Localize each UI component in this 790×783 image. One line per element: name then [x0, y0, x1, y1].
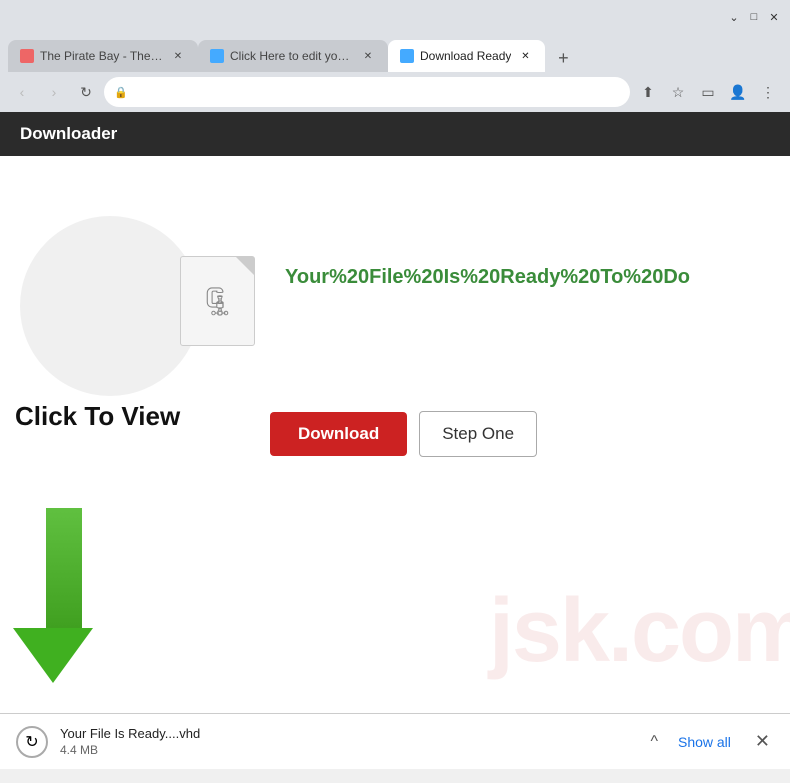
window-controls: ⌄ □ ✕	[726, 9, 782, 25]
download-filename: Your File Is Ready....vhd	[60, 726, 638, 741]
download-button[interactable]: Download	[270, 412, 407, 456]
reader-view-button[interactable]: ▭	[694, 78, 722, 106]
close-button[interactable]: ✕	[766, 9, 782, 25]
minimize-button[interactable]: ⌄	[726, 9, 742, 25]
page-content: Downloader jsk.com 🗜 Your%20File%20Is%20…	[0, 112, 790, 713]
arrow-down-decoration	[35, 508, 93, 683]
download-bar-close-button[interactable]: ✕	[751, 727, 774, 756]
browser-chrome: ⌄ □ ✕ The Pirate Bay - The ga ✕ Click He…	[0, 0, 790, 112]
file-icon-container: 🗜	[180, 256, 255, 346]
arrow-shaft	[46, 508, 82, 628]
tab-favicon-1	[20, 49, 34, 63]
tab-favicon-3	[400, 49, 414, 63]
toolbar-right: ⬆ ☆ ▭ 👤 ⋮	[634, 78, 782, 106]
download-spinner-icon: ↻	[16, 726, 48, 758]
circle-bg-decoration	[20, 216, 200, 396]
download-bar: ↻ Your File Is Ready....vhd 4.4 MB ^ Sho…	[0, 713, 790, 769]
title-bar: ⌄ □ ✕	[0, 0, 790, 34]
buttons-area: Download Step One	[270, 411, 537, 457]
tab-label-3: Download Ready	[420, 49, 511, 63]
new-tab-button[interactable]: +	[549, 44, 577, 72]
download-chevron-button[interactable]: ^	[650, 733, 658, 751]
bookmark-button[interactable]: ☆	[664, 78, 692, 106]
refresh-button[interactable]: ↻	[72, 78, 100, 106]
profile-button[interactable]: 👤	[724, 78, 752, 106]
share-button[interactable]: ⬆	[634, 78, 662, 106]
forward-button[interactable]: ›	[40, 78, 68, 106]
ready-text: Your%20File%20Is%20Ready%20To%20Do	[285, 266, 690, 289]
main-area: jsk.com 🗜 Your%20File%20Is%20Ready%20To%…	[0, 156, 790, 713]
spinner-symbol: ↻	[25, 732, 38, 752]
lock-icon: 🔒	[114, 86, 128, 99]
arrow-head	[13, 628, 93, 683]
download-size: 4.4 MB	[60, 743, 638, 757]
tab-favicon-2	[210, 49, 224, 63]
show-all-button[interactable]: Show all	[670, 730, 739, 754]
file-icon-symbol: 🗜	[200, 285, 236, 318]
address-bar-row: ‹ › ↻ 🔒 ⬆ ☆ ▭ 👤 ⋮	[0, 72, 790, 112]
tab-download-ready[interactable]: Download Ready ✕	[388, 40, 545, 72]
tab-label-2: Click Here to edit your t	[230, 49, 354, 63]
file-icon: 🗜	[180, 256, 255, 346]
back-button[interactable]: ‹	[8, 78, 36, 106]
tab-close-1[interactable]: ✕	[170, 48, 186, 64]
tabs-bar: The Pirate Bay - The ga ✕ Click Here to …	[0, 34, 790, 72]
address-bar[interactable]: 🔒	[104, 77, 630, 107]
downloader-title: Downloader	[20, 124, 117, 144]
download-bar-info: Your File Is Ready....vhd 4.4 MB	[60, 726, 638, 757]
tab-close-2[interactable]: ✕	[360, 48, 376, 64]
click-to-view-label: Click To View	[15, 401, 180, 432]
downloader-header: Downloader	[0, 112, 790, 156]
tab-click-here[interactable]: Click Here to edit your t ✕	[198, 40, 388, 72]
menu-button[interactable]: ⋮	[754, 78, 782, 106]
maximize-button[interactable]: □	[746, 9, 762, 25]
step-one-button[interactable]: Step One	[419, 411, 537, 457]
watermark: jsk.com	[489, 580, 790, 683]
tab-pirate-bay[interactable]: The Pirate Bay - The ga ✕	[8, 40, 198, 72]
tab-label-1: The Pirate Bay - The ga	[40, 49, 164, 63]
tab-close-3[interactable]: ✕	[517, 48, 533, 64]
